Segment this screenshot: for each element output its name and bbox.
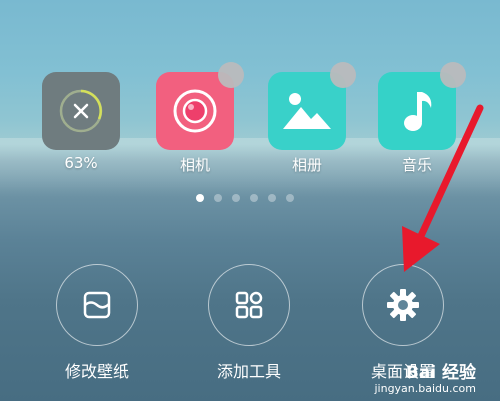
red-arrow-annotation [402, 104, 484, 272]
baidu-watermark: Bai 经验 jingyan.baidu.com [374, 364, 476, 395]
watermark-title: Bai 经验 [405, 363, 476, 384]
watermark-url: jingyan.baidu.com [374, 381, 476, 395]
home-screen-edit-mode: 63% 相机 相册 音乐 修改壁纸 添加工具 桌面设置 Bai 经验 jingy… [0, 0, 500, 401]
